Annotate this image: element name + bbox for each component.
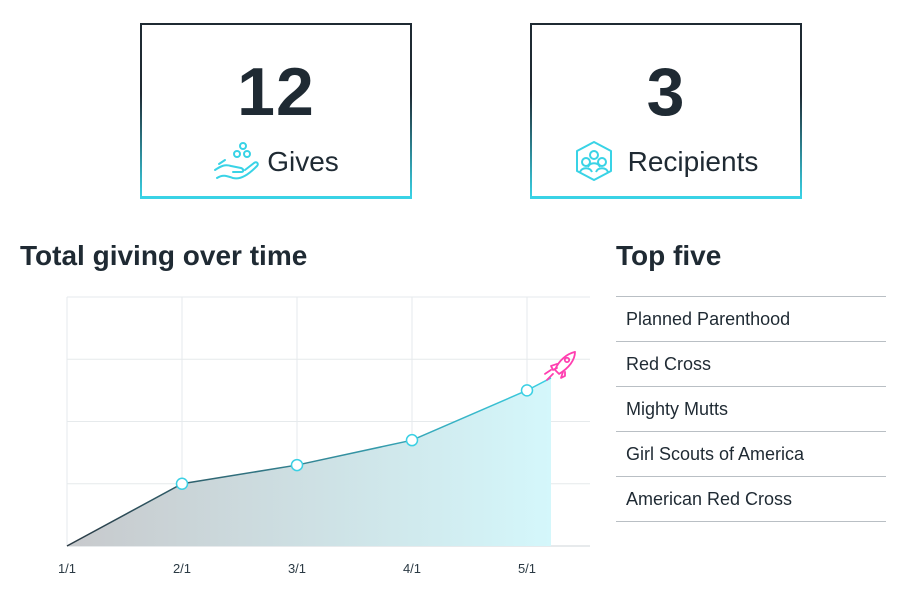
top-five-list: Planned Parenthood Red Cross Mighty Mutt… — [616, 296, 886, 522]
x-tick-label: 4/1 — [403, 561, 421, 576]
recipients-label: Recipients — [627, 146, 759, 177]
recipients-label-row: Recipients — [532, 140, 800, 184]
gives-count: 12 — [237, 54, 315, 130]
data-point[interactable] — [175, 477, 189, 490]
gives-stat-card: 12 Gives — [140, 23, 412, 199]
list-item[interactable]: Mighty Mutts — [616, 387, 886, 432]
recipients-stat-card: 3 Recipients — [530, 23, 802, 199]
list-item[interactable]: Planned Parenthood — [616, 297, 886, 342]
list-item[interactable]: Red Cross — [616, 342, 886, 387]
gives-label: Gives — [267, 146, 339, 177]
x-axis-labels: 1/1 2/1 3/1 4/1 5/1 — [58, 561, 536, 576]
rocket-icon — [544, 351, 576, 381]
x-tick-label: 2/1 — [173, 561, 191, 576]
chart-title: Total giving over time — [20, 240, 308, 271]
data-point[interactable] — [520, 384, 534, 397]
x-tick-label: 1/1 — [58, 561, 76, 576]
gives-label-row: Gives — [142, 140, 410, 184]
x-tick-label: 5/1 — [518, 561, 536, 576]
x-tick-label: 3/1 — [288, 561, 306, 576]
data-point[interactable] — [405, 433, 419, 447]
data-point[interactable] — [290, 458, 304, 472]
top-five-title: Top five — [616, 240, 722, 271]
giving-chart: 1/1 2/1 3/1 4/1 5/1 — [58, 296, 590, 576]
list-item[interactable]: American Red Cross — [616, 477, 886, 522]
list-item[interactable]: Girl Scouts of America — [616, 432, 886, 477]
recipients-count: 3 — [646, 54, 686, 130]
hand-giving-icon — [213, 140, 259, 184]
group-hexagon-icon — [574, 140, 618, 184]
